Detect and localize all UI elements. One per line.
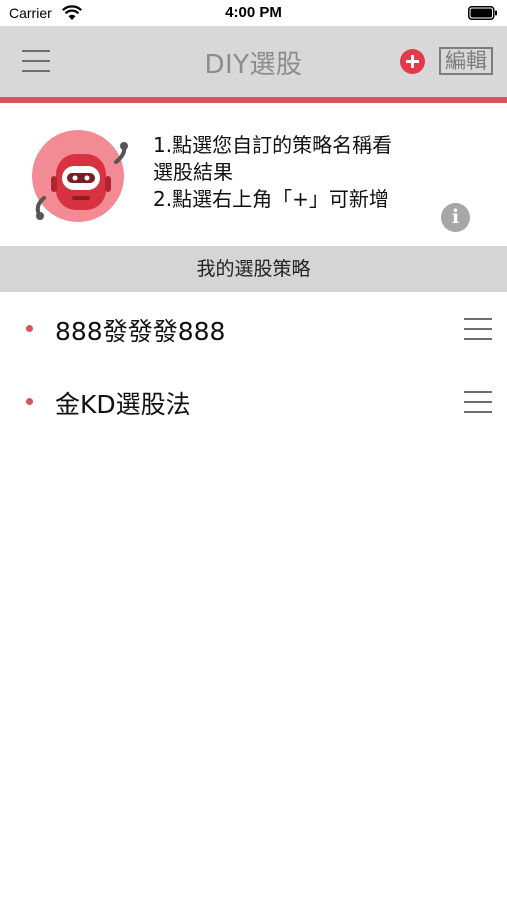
add-strategy-button[interactable] (400, 49, 425, 74)
instruction-line-3: 2.點選右上角「+」可新增 (153, 187, 389, 211)
robot-mascot-icon (32, 130, 128, 222)
bullet-icon (26, 325, 33, 332)
clock: 4:00 PM (225, 4, 282, 21)
section-header: 我的選股策略 (0, 246, 507, 292)
edit-button[interactable]: 編輯 (439, 47, 493, 75)
list-item[interactable]: 金KD選股法 (0, 365, 507, 438)
instructions-text: 1.點選您自訂的策略名稱看 選股結果 2.點選右上角「+」可新增 (153, 132, 453, 213)
reorder-handle-icon[interactable] (464, 389, 494, 415)
instruction-line-1: 1.點選您自訂的策略名稱看 (153, 133, 393, 157)
strategy-name[interactable]: 金KD選股法 (55, 385, 191, 421)
strategy-list: 888發發發888 金KD選股法 (0, 292, 507, 438)
bullet-icon (26, 398, 33, 405)
list-item[interactable]: 888發發發888 (0, 292, 507, 365)
strategy-name[interactable]: 888發發發888 (55, 312, 225, 348)
instruction-line-2: 選股結果 (153, 160, 233, 184)
reorder-handle-icon[interactable] (464, 316, 494, 342)
battery-icon (468, 6, 497, 20)
info-icon[interactable]: i (441, 203, 470, 232)
status-bar: Carrier 4:00 PM (0, 0, 507, 26)
page-title: DIY選股 (204, 50, 303, 80)
